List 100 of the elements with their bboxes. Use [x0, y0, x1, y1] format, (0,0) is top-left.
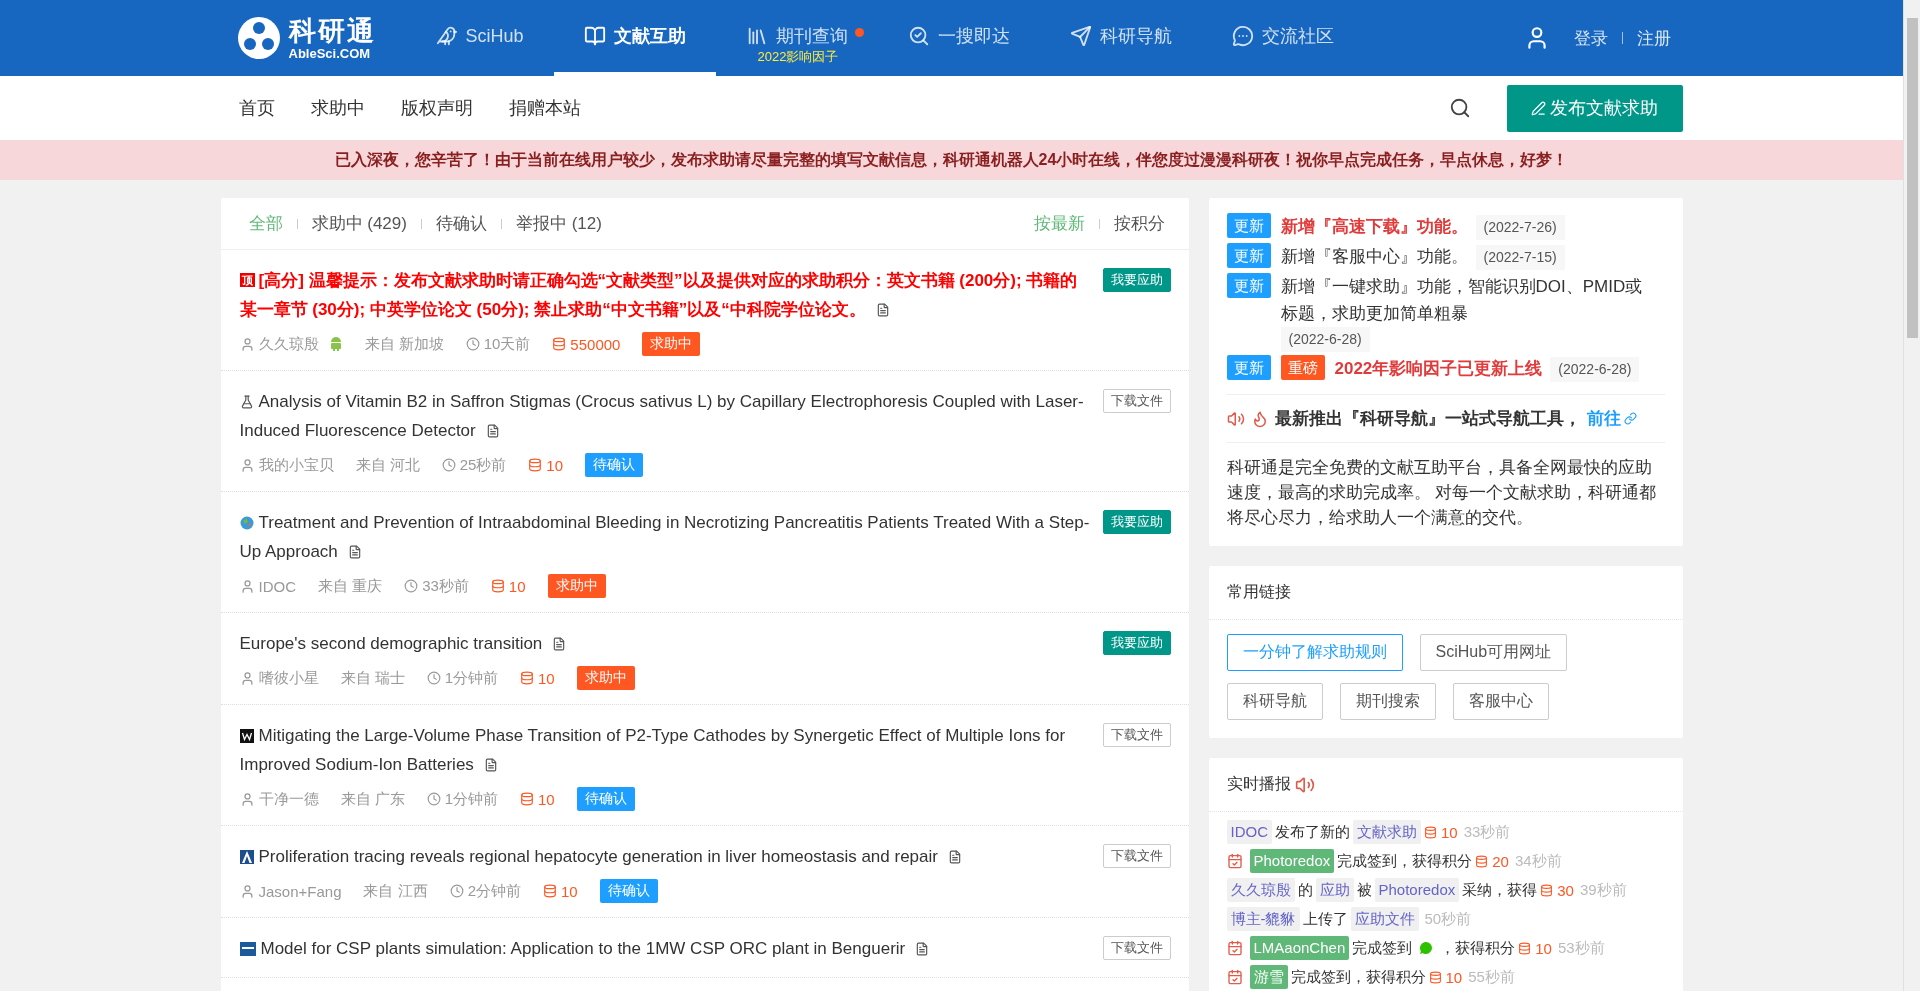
logo-icon [236, 16, 281, 60]
coins-icon [543, 884, 557, 898]
update-date: (2022-6-28) [1550, 357, 1640, 382]
quick-link-button[interactable]: SciHub可用网址 [1419, 634, 1568, 671]
nav-tab[interactable]: 科研导航 [1039, 0, 1202, 76]
feed-tag[interactable]: 应助文件 [1350, 907, 1419, 931]
request-title[interactable]: Proliferation tracing reveals regional hepatocyte generation in liver homeostasis and repair [239, 842, 1091, 871]
points: 550000 [570, 335, 621, 353]
respond-button[interactable]: 我要应助 [1102, 631, 1171, 655]
post-request-button[interactable]: 发布文献求助 [1506, 84, 1683, 132]
location: 来自 河北 [355, 455, 420, 475]
username: 久久琼殷 [258, 334, 319, 354]
document-icon [485, 424, 500, 438]
download-button[interactable]: 下载文件 [1102, 844, 1171, 868]
request-title[interactable]: Analysis of Vitamin B2 in Saffron Stigmas (Crocus sativus L) by Capillary Electrophoresis Coupled with Laser-Induced Fluorescence Detector [239, 387, 1091, 445]
coins-icon [1518, 941, 1532, 955]
filter-tab[interactable]: 待确认 [435, 212, 487, 235]
nav-tab[interactable]: 一搜即达 [877, 0, 1040, 76]
search-icon [907, 25, 930, 47]
points: 10 [546, 456, 564, 474]
quick-link-button[interactable]: 一分钟了解求助规则 [1226, 634, 1403, 671]
points: 10 [1535, 939, 1552, 957]
notice-banner: 已入深夜，您辛苦了！由于当前在线用户较少，发布求助请尽量完整的填写文献信息，科研通机器人24小时在线，伴您度过漫漫科研夜！祝你早点完成任务，早点休息，好梦！ [0, 140, 1903, 180]
respond-button[interactable]: 我要应助 [1102, 268, 1171, 292]
feed-tag[interactable]: 久久琼殷 [1226, 878, 1295, 902]
feed-tag[interactable]: 博主-貔貅 [1226, 907, 1300, 931]
request-title[interactable]: Mitigating the Large-Volume Phase Transition of P2-Type Cathodes by Synergetic Effect of Multiple Ions for Improved Sodium-Ion Batteries [239, 721, 1091, 779]
promo-text: 最新推出『科研导航』一站式导航工具， [1274, 408, 1581, 430]
user-icon [239, 883, 255, 899]
clock-icon [426, 671, 441, 685]
feed-tag[interactable]: 应助 [1315, 878, 1354, 902]
document-icon [552, 637, 567, 651]
filter-tab[interactable]: 举报中 (12) [515, 212, 602, 235]
quick-link-button[interactable]: 期刊搜索 [1339, 683, 1436, 720]
subnav-link[interactable]: 捐赠本站 [490, 96, 599, 120]
feed-tag[interactable]: IDOC [1226, 820, 1272, 844]
search-icon[interactable] [1448, 97, 1471, 119]
account-link[interactable]: 登录 [1573, 26, 1608, 50]
update-text[interactable]: 新增『高速下载』功能。 [1280, 213, 1468, 240]
nav-tab[interactable]: SciHub [405, 0, 554, 76]
time-ago: 25秒前 [459, 455, 507, 475]
feed-tag[interactable]: 文献求助 [1353, 820, 1421, 844]
document-icon [347, 545, 362, 559]
request-title[interactable]: 顶 [高分] 温馨提示：发布文献求助时请正确勾选“文献类型”以及提供对应的求助积分：英文书籍 (200分); 书籍的某一章节 (30分); 中英学位论文 (50分); 禁止求助“中文书籍”以及“中科院学位论文。 [239, 266, 1091, 324]
nav-tab[interactable]: 交流社区 [1201, 0, 1364, 76]
clock-icon [449, 884, 464, 898]
update-text[interactable]: 新增『一键求助』功能，智能识别DOI、PMID或标题，求助更加简单粗暴 [1280, 273, 1657, 327]
scrollbar-thumb[interactable] [1906, 18, 1918, 338]
respond-button[interactable]: 我要应助 [1102, 510, 1171, 534]
subnav-link[interactable]: 版权声明 [382, 96, 491, 120]
feed-text: 的 [1297, 880, 1313, 900]
user-tag[interactable]: LMAaonChen [1249, 936, 1350, 960]
promo-link[interactable]: 前往 [1586, 407, 1637, 430]
points: 10 [1441, 823, 1458, 841]
sort-tab[interactable]: 按最新 [1033, 212, 1085, 235]
nav-tab[interactable]: 期刊查询 2022影响因子 [715, 0, 878, 76]
update-text[interactable]: 新增『客服中心』功能。 [1280, 243, 1468, 270]
chat-bubble-icon [1418, 940, 1435, 956]
quick-link-button[interactable]: 客服中心 [1452, 683, 1549, 720]
account-link[interactable]: 注册 [1636, 26, 1671, 50]
subnav-link[interactable]: 首页 [220, 96, 293, 120]
status-badge: 待确认 [585, 453, 644, 477]
request-title[interactable]: Treatment and Prevention of Intraabdominal Bleeding in Necrotizing Pancreatitis Patients Treated With a Step-Up Approach [239, 508, 1091, 566]
coins-icon [1540, 883, 1554, 897]
time-ago: 34秒前 [1514, 851, 1562, 871]
coins-icon [520, 792, 534, 806]
download-button[interactable]: 下载文件 [1102, 723, 1171, 747]
time-ago: 53秒前 [1557, 938, 1605, 958]
update-date: (2022-6-28) [1280, 327, 1370, 352]
document-icon [947, 850, 962, 864]
request-title[interactable]: Model for CSP plants simulation: Application to the 1MW CSP ORC plant in Benguerir [239, 934, 1091, 963]
user-icon [239, 791, 255, 807]
feed-tag[interactable]: Photoredox [1374, 878, 1460, 902]
feed-text: 被 [1356, 880, 1372, 900]
about-text: 科研通是完全免费的文献互助平台，具备全网最快的应助速度，最高的求助完成率。 对每一个文献求助，科研通都将尽心尽力，给求助人一个满意的交代。 [1226, 457, 1658, 529]
update-text[interactable]: 2022年影响因子已更新上线 [1334, 355, 1543, 382]
username: 嗜彼小星 [258, 668, 319, 688]
sort-tab[interactable]: 按积分 [1113, 212, 1165, 235]
time-ago: 1分钟前 [444, 668, 498, 688]
download-button[interactable]: 下载文件 [1102, 936, 1171, 960]
card-title: 常用链接 [1226, 582, 1291, 602]
book-icon [583, 25, 606, 47]
coins-icon [1428, 970, 1442, 984]
logo-domain: AbleSci.COM [288, 45, 372, 61]
filter-tab[interactable]: 求助中 (429) [311, 212, 407, 235]
user-tag[interactable]: Photoredox [1249, 849, 1335, 873]
subnav-link[interactable]: 求助中 [292, 96, 383, 120]
points: 10 [538, 669, 555, 687]
quick-link-button[interactable]: 科研导航 [1226, 683, 1323, 720]
feed-text: 完成签到，获得积分 [1337, 851, 1473, 871]
user-icon [239, 578, 255, 594]
feed-text: 采纳，获得 [1462, 880, 1538, 900]
user-tag[interactable]: 游雪 [1249, 965, 1288, 989]
pen-icon [1531, 100, 1546, 116]
download-button[interactable]: 下载文件 [1102, 389, 1171, 413]
username: IDOC [258, 577, 296, 595]
time-ago: 55秒前 [1468, 967, 1515, 987]
location: 来自 江西 [363, 881, 428, 901]
request-title[interactable]: Europe's second demographic transition [239, 629, 1091, 658]
filter-tab[interactable]: 全部 [248, 212, 283, 235]
